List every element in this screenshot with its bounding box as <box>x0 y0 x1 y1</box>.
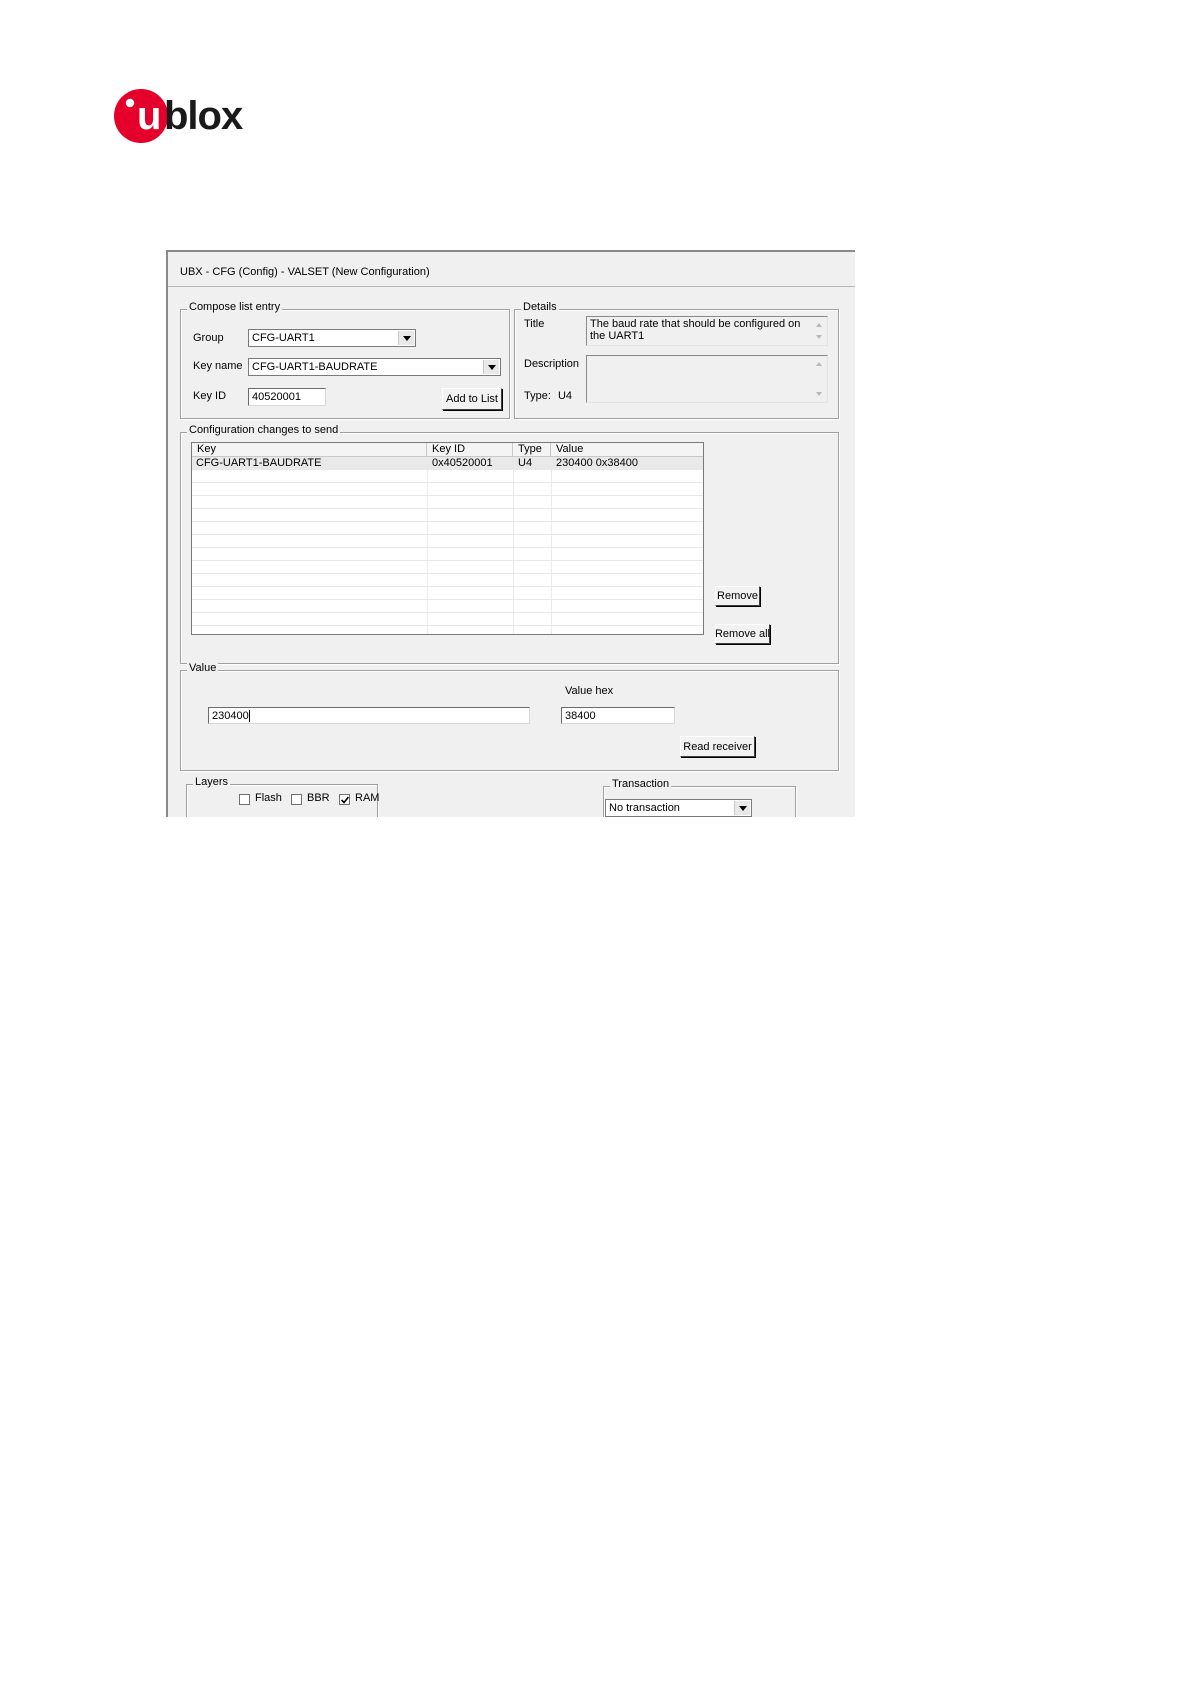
remove-button[interactable]: Remove <box>715 586 760 606</box>
keyname-dropdown-value: CFG-UART1-BAUDRATE <box>252 361 378 373</box>
type-value: U4 <box>557 390 573 402</box>
details-title-label: Title <box>524 318 545 330</box>
empty-row <box>192 561 703 574</box>
type-label: Type: U4 <box>524 390 572 402</box>
details-legend: Details <box>521 301 559 313</box>
column-header-type[interactable]: Type <box>513 443 551 457</box>
empty-row <box>192 483 703 496</box>
checkmark-icon <box>341 796 349 804</box>
empty-row <box>192 587 703 600</box>
column-header-value[interactable]: Value <box>551 443 703 457</box>
window-title: UBX - CFG (Config) - VALSET (New Configu… <box>180 266 430 278</box>
logo-letter-u: u <box>137 94 161 138</box>
add-to-list-button[interactable]: Add to List <box>442 388 502 410</box>
keyname-dropdown-arrow-icon[interactable] <box>483 360 499 374</box>
empty-row <box>192 496 703 509</box>
ram-label: RAM <box>355 792 380 804</box>
description-label: Description <box>524 358 580 370</box>
value-input[interactable]: 230400 <box>208 707 530 724</box>
details-title-text: The baud rate that should be configured … <box>590 318 801 342</box>
valset-window: UBX - CFG (Config) - VALSET (New Configu… <box>166 250 855 817</box>
group-dropdown-arrow-icon[interactable] <box>398 331 414 345</box>
title-divider <box>168 286 855 287</box>
row-keyid: 0x40520001 <box>432 457 493 469</box>
row-value: 230400 0x38400 <box>556 457 638 469</box>
empty-row <box>192 535 703 548</box>
keyname-label: Key name <box>193 360 243 372</box>
compose-legend: Compose list entry <box>187 301 283 313</box>
logo-dot <box>125 98 135 108</box>
transaction-legend: Transaction <box>610 778 672 790</box>
flash-checkbox[interactable] <box>239 794 250 805</box>
details-title-box[interactable]: The baud rate that should be configured … <box>586 316 828 346</box>
details-title-scrollbar[interactable] <box>812 317 827 345</box>
ublox-logo: u blox <box>114 86 274 146</box>
table-row[interactable]: CFG-UART1-BAUDRATE 0x40520001 U4 230400 … <box>192 457 703 470</box>
transaction-dropdown[interactable]: No transaction <box>605 799 752 817</box>
value-input-text: 230400 <box>212 710 249 722</box>
layers-legend: Layers <box>193 776 231 788</box>
empty-row <box>192 613 703 626</box>
group-dropdown-value: CFG-UART1 <box>252 332 315 344</box>
value-hex-label: Value hex <box>565 685 614 697</box>
bbr-checkbox[interactable] <box>291 794 302 805</box>
description-scrollbar[interactable] <box>812 356 827 402</box>
transaction-dropdown-value: No transaction <box>609 802 680 814</box>
ram-checkbox[interactable] <box>339 794 350 805</box>
group-dropdown[interactable]: CFG-UART1 <box>248 329 416 347</box>
config-changes-legend: Configuration changes to send <box>187 424 341 436</box>
keyid-label: Key ID <box>193 390 227 402</box>
empty-row <box>192 626 703 634</box>
description-box[interactable] <box>586 355 828 403</box>
empty-row <box>192 522 703 535</box>
remove-all-button[interactable]: Remove all <box>715 624 770 644</box>
empty-row <box>192 470 703 483</box>
transaction-dropdown-arrow-icon[interactable] <box>734 801 750 815</box>
keyid-input[interactable]: 40520001 <box>248 388 326 406</box>
empty-row <box>192 600 703 613</box>
row-key: CFG-UART1-BAUDRATE <box>196 457 322 469</box>
group-label: Group <box>193 332 224 344</box>
keyname-dropdown[interactable]: CFG-UART1-BAUDRATE <box>248 358 501 376</box>
value-legend: Value <box>187 662 219 674</box>
column-header-keyid[interactable]: Key ID <box>427 443 513 457</box>
row-type: U4 <box>518 457 533 469</box>
bbr-label: BBR <box>307 792 330 804</box>
type-label-text: Type: <box>524 390 551 402</box>
empty-row <box>192 548 703 561</box>
config-changes-list[interactable]: Key Key ID Type Value CFG-UART1-BAUDRATE… <box>191 442 704 635</box>
read-receiver-button[interactable]: Read receiver <box>680 736 755 757</box>
empty-row <box>192 509 703 522</box>
value-hex-input[interactable]: 38400 <box>561 707 675 724</box>
logo-text: blox <box>164 94 243 138</box>
flash-label: Flash <box>255 792 282 804</box>
column-header-key[interactable]: Key <box>192 443 427 457</box>
empty-row <box>192 574 703 587</box>
text-cursor <box>248 710 250 723</box>
